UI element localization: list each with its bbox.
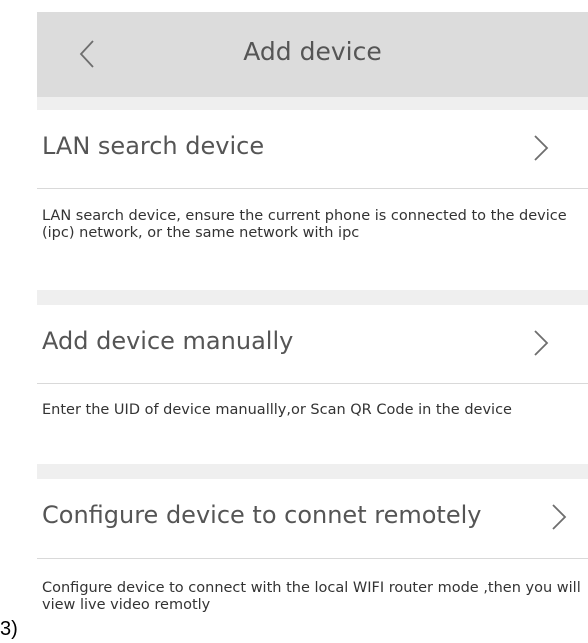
divider (37, 383, 588, 384)
step-marker: 3) (0, 618, 18, 640)
section-spacer (37, 464, 588, 479)
title-bar: Add device (37, 12, 588, 97)
section-spacer (37, 290, 588, 305)
lan-search-device-row[interactable]: LAN search device (37, 110, 588, 188)
lan-search-device-description: LAN search device, ensure the current ph… (42, 208, 567, 241)
chevron-right-icon (534, 330, 549, 356)
add-device-manually-label: Add device manually (42, 327, 294, 355)
divider (37, 558, 588, 559)
page-title: Add device (243, 37, 382, 66)
chevron-right-icon (552, 504, 567, 530)
configure-remote-description: Configure device to connect with the loc… (42, 580, 581, 613)
configure-remote-label: Configure device to connet remotely (42, 501, 482, 529)
configure-remote-row[interactable]: Configure device to connet remotely (37, 479, 588, 557)
divider (37, 188, 588, 189)
lan-search-device-label: LAN search device (42, 132, 265, 160)
add-device-manually-row[interactable]: Add device manually (37, 305, 588, 383)
add-device-screen: Add device LAN search device LAN search … (37, 12, 588, 643)
section-spacer (37, 97, 588, 110)
add-device-manually-description: Enter the UID of device manuallly,or Sca… (42, 402, 512, 418)
chevron-right-icon (534, 135, 549, 161)
